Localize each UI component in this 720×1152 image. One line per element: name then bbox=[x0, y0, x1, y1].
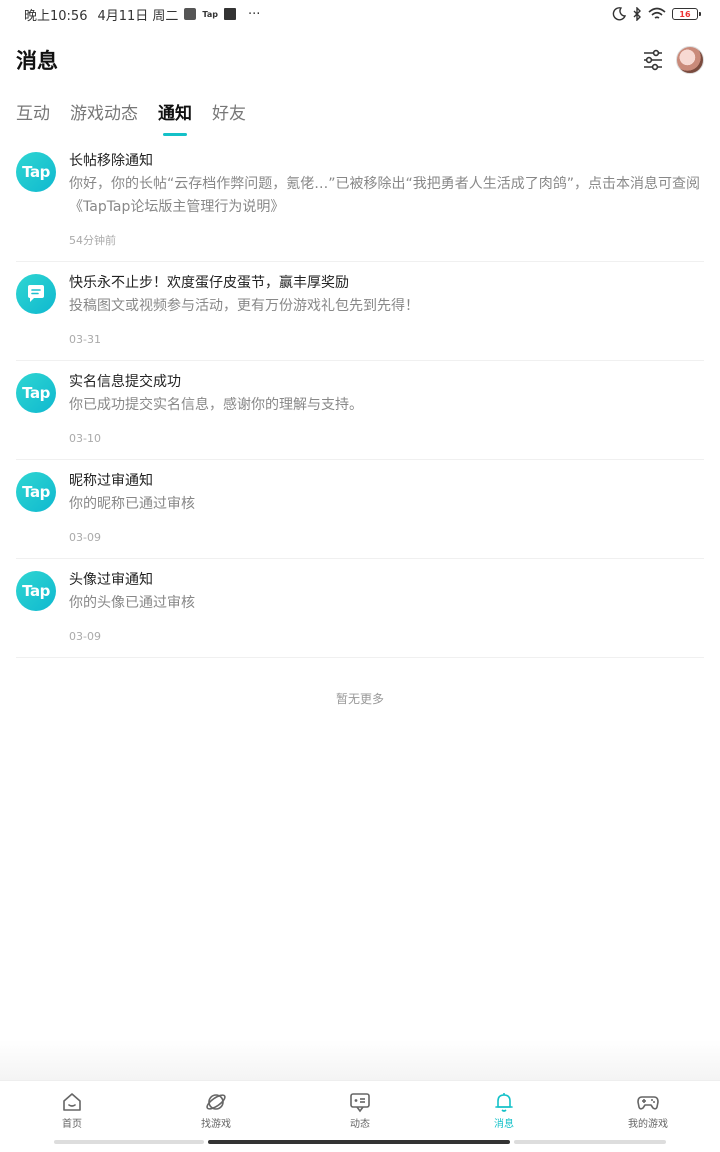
feed-icon bbox=[350, 1093, 370, 1113]
home-icon bbox=[63, 1093, 81, 1111]
item-title: 昵称过审通知 bbox=[69, 473, 153, 489]
app-notification-icon-2 bbox=[223, 8, 236, 20]
app-notification-icon bbox=[184, 8, 197, 20]
status-right: 16 bbox=[612, 7, 701, 21]
taptap-logo-icon: Tap bbox=[16, 373, 56, 413]
tab-interaction[interactable]: 互动 bbox=[16, 100, 50, 136]
item-description: 你已成功提交实名信息，感谢你的理解与支持。 bbox=[69, 397, 363, 413]
item-body: 昵称过审通知 你的昵称已通过审核 03-09 bbox=[69, 470, 704, 546]
bottom-fade bbox=[0, 1040, 720, 1080]
gesture-bar[interactable] bbox=[54, 1140, 666, 1144]
item-body: 头像过审通知 你的头像已通过审核 03-09 bbox=[69, 569, 704, 645]
nav-label: 首页 bbox=[62, 1119, 82, 1130]
item-time: 03-09 bbox=[69, 630, 101, 643]
item-body: 快乐永不止步！欢度蛋仔皮蛋节，赢丰厚奖励 投稿图文或视频参与活动，更有万份游戏礼… bbox=[69, 272, 704, 348]
nav-label: 我的游戏 bbox=[628, 1119, 668, 1130]
moon-icon bbox=[612, 7, 626, 21]
gesture-bar-left bbox=[54, 1140, 204, 1144]
item-title: 实名信息提交成功 bbox=[69, 374, 181, 390]
nav-label: 找游戏 bbox=[201, 1119, 231, 1130]
status-bar: 晚上10:56 4月11日 周二 Tap ··· 16 bbox=[0, 0, 720, 28]
battery-level: 16 bbox=[679, 9, 691, 19]
nav-label: 动态 bbox=[350, 1119, 370, 1130]
planet-icon bbox=[206, 1094, 226, 1110]
tap-notification-icon: Tap bbox=[202, 9, 218, 19]
gamepad-icon bbox=[637, 1096, 659, 1110]
filter-settings-icon[interactable] bbox=[642, 49, 664, 71]
item-description: 投稿图文或视频参与活动，更有万份游戏礼包先到先得！ bbox=[69, 298, 419, 314]
bell-icon bbox=[495, 1093, 513, 1112]
no-more-text: 暂无更多 bbox=[335, 692, 384, 706]
item-description: 你好，你的长帖“云存档作弊问题，氪佬…”已被移除出“我把勇者人生活成了肉鸽”，点… bbox=[69, 176, 701, 215]
header-actions bbox=[642, 46, 704, 74]
status-left: 晚上10:56 4月11日 周二 Tap ··· bbox=[24, 5, 260, 24]
item-body: 长帖移除通知 你好，你的长帖“云存档作弊问题，氪佬…”已被移除出“我把勇者人生活… bbox=[69, 150, 704, 249]
list-item[interactable]: Tap 昵称过审通知 你的昵称已通过审核 03-09 bbox=[16, 460, 704, 559]
nav-label: 消息 bbox=[494, 1119, 514, 1130]
item-description: 你的头像已通过审核 bbox=[69, 595, 195, 611]
item-title: 长帖移除通知 bbox=[69, 153, 153, 169]
avatar[interactable] bbox=[676, 46, 704, 74]
header: 消息 bbox=[16, 40, 704, 80]
item-description: 你的昵称已通过审核 bbox=[69, 496, 195, 512]
list-item[interactable]: Tap 实名信息提交成功 你已成功提交实名信息，感谢你的理解与支持。 03-10 bbox=[16, 361, 704, 460]
chat-bubble-icon bbox=[16, 274, 56, 314]
more-notifications-icon: ··· bbox=[247, 6, 261, 22]
gesture-bar-handle[interactable] bbox=[208, 1140, 510, 1144]
item-time: 54分钟前 bbox=[69, 234, 116, 247]
item-title: 头像过审通知 bbox=[69, 572, 153, 588]
taptap-logo-icon: Tap bbox=[16, 152, 56, 192]
gesture-bar-right bbox=[514, 1140, 666, 1144]
item-title: 快乐永不止步！欢度蛋仔皮蛋节，赢丰厚奖励 bbox=[69, 275, 349, 291]
list-item[interactable]: Tap 长帖移除通知 你好，你的长帖“云存档作弊问题，氪佬…”已被移除出“我把勇… bbox=[16, 140, 704, 262]
tab-notifications[interactable]: 通知 bbox=[158, 100, 192, 136]
item-body: 实名信息提交成功 你已成功提交实名信息，感谢你的理解与支持。 03-10 bbox=[69, 371, 704, 447]
battery-icon: 16 bbox=[672, 8, 701, 20]
tab-game-updates[interactable]: 游戏动态 bbox=[70, 100, 138, 136]
tab-bar: 互动 游戏动态 通知 好友 bbox=[16, 100, 246, 136]
item-time: 03-31 bbox=[69, 333, 101, 346]
page-title: 消息 bbox=[16, 49, 58, 73]
bluetooth-icon bbox=[633, 7, 641, 21]
status-date: 4月11日 周二 bbox=[97, 8, 179, 24]
status-time: 晚上10:56 bbox=[24, 8, 88, 24]
taptap-logo-icon: Tap bbox=[16, 472, 56, 512]
wifi-icon bbox=[648, 7, 666, 19]
item-time: 03-10 bbox=[69, 432, 101, 445]
list-item[interactable]: Tap 头像过审通知 你的头像已通过审核 03-09 bbox=[16, 559, 704, 658]
taptap-logo-icon: Tap bbox=[16, 571, 56, 611]
tab-friends[interactable]: 好友 bbox=[212, 100, 246, 136]
list-item[interactable]: 快乐永不止步！欢度蛋仔皮蛋节，赢丰厚奖励 投稿图文或视频参与活动，更有万份游戏礼… bbox=[16, 262, 704, 361]
item-time: 03-09 bbox=[69, 531, 101, 544]
notification-list: Tap 长帖移除通知 你好，你的长帖“云存档作弊问题，氪佬…”已被移除出“我把勇… bbox=[16, 140, 704, 658]
